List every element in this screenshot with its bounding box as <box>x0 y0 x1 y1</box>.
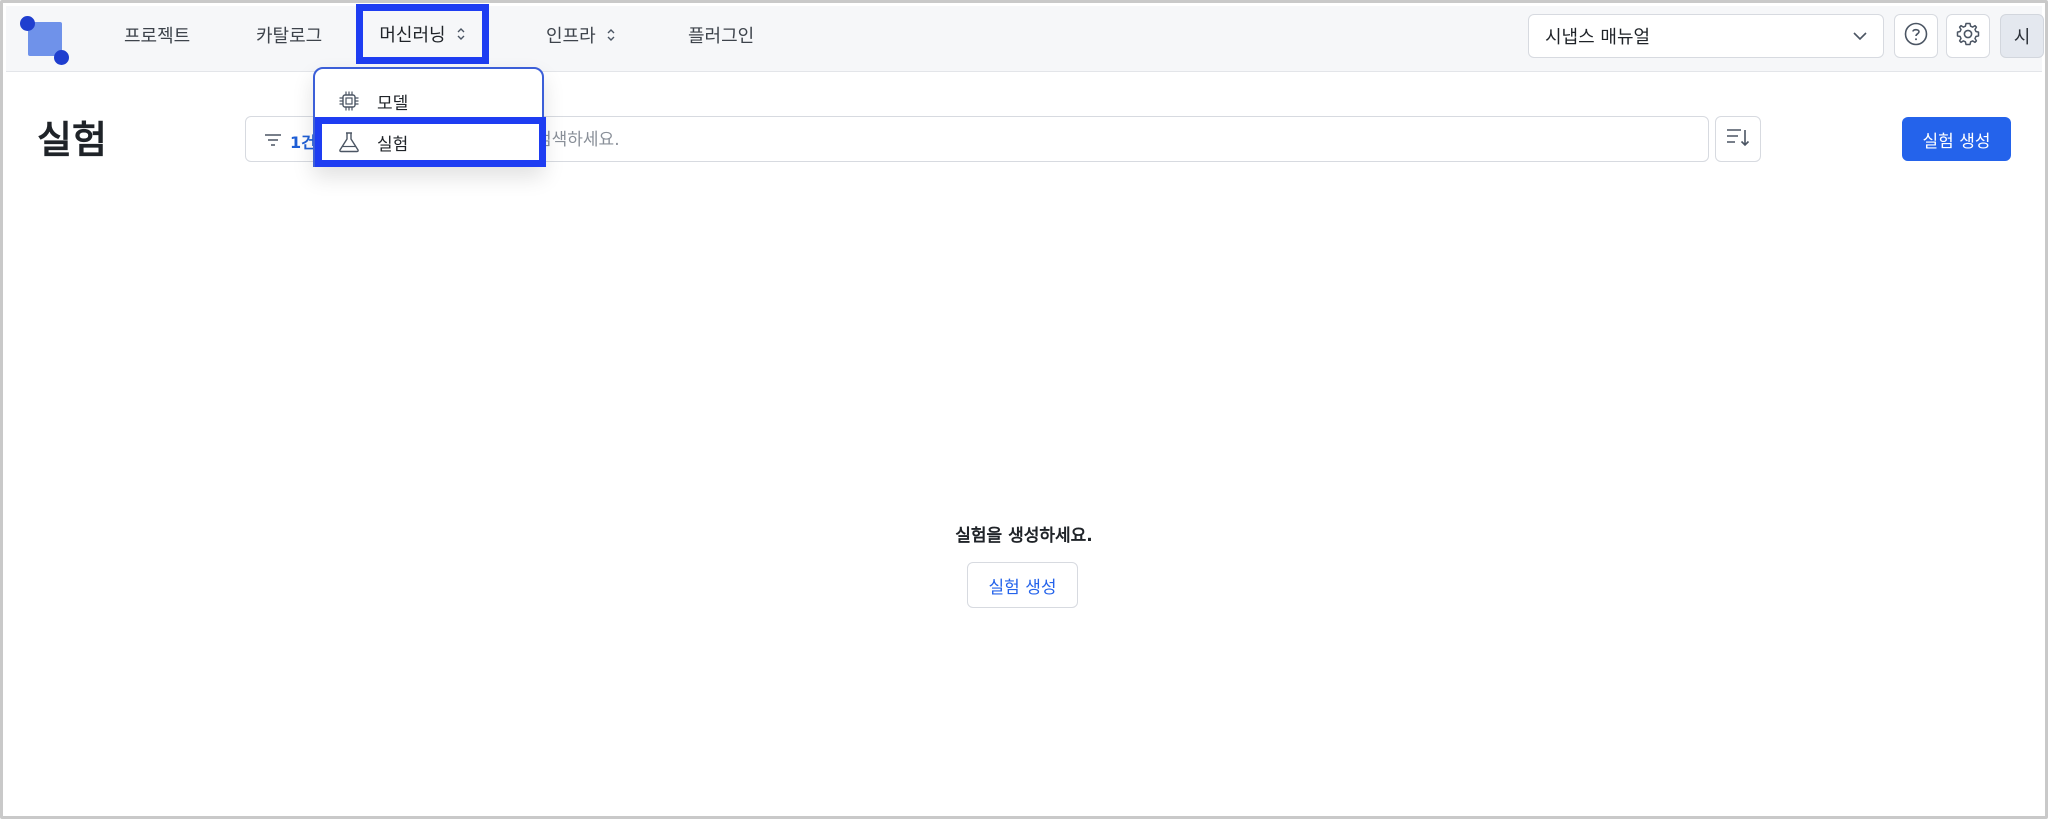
workspace-select-value: 시냅스 매뉴얼 <box>1545 27 1651 48</box>
menu-item-model[interactable]: 모델 <box>315 81 542 121</box>
nav-item-label: 프로젝트 <box>124 26 191 47</box>
gear-icon <box>1955 21 1981 51</box>
sort-icon <box>1725 125 1751 153</box>
app-logo[interactable] <box>20 16 72 65</box>
nav-item-label: 인프라 <box>546 26 596 47</box>
nav-item-infra[interactable]: 인프라 <box>546 6 616 64</box>
nav-item-projects[interactable]: 프로젝트 <box>124 6 190 64</box>
nav-item-label: 카탈로그 <box>256 26 323 47</box>
settings-button[interactable] <box>1946 14 1990 58</box>
menu-item-label: 실험 <box>377 134 409 155</box>
menu-item-experiment[interactable]: 실험 <box>315 117 546 167</box>
chip-icon <box>337 89 361 113</box>
flask-icon <box>337 130 361 154</box>
nav-item-machine-learning[interactable]: 머신러닝 <box>356 4 489 64</box>
sort-button[interactable] <box>1715 116 1761 162</box>
empty-state-create-button[interactable]: 실험 생성 <box>967 562 1078 608</box>
filter-button[interactable]: 1건 <box>264 129 316 153</box>
empty-state-message: 실험을 생성하세요. <box>955 526 1093 546</box>
nav-item-plugins[interactable]: 플러그인 <box>688 6 754 64</box>
filter-icon <box>264 132 282 151</box>
nav-item-label: 머신러닝 <box>379 25 446 46</box>
filter-count: 1건 <box>290 133 316 152</box>
menu-item-label: 모델 <box>377 93 409 114</box>
chevron-up-down-icon <box>606 27 616 43</box>
search-input[interactable] <box>536 125 1636 155</box>
question-circle-icon <box>1903 21 1929 51</box>
nav-item-label: 플러그인 <box>688 26 755 47</box>
chevron-down-icon <box>1851 27 1869 50</box>
app-window: 프로젝트 카탈로그 머신러닝 인프라 플러그인 시냅스 매뉴얼 시 실험 1건 … <box>0 0 2048 819</box>
nav-item-catalog[interactable]: 카탈로그 <box>256 6 322 64</box>
chevron-up-down-icon <box>456 26 466 42</box>
help-button[interactable] <box>1894 14 1938 58</box>
user-avatar[interactable]: 시 <box>2000 14 2044 58</box>
create-experiment-button[interactable]: 실험 생성 <box>1902 117 2011 161</box>
top-nav: 프로젝트 카탈로그 머신러닝 인프라 플러그인 시냅스 매뉴얼 시 <box>6 4 2044 72</box>
ml-dropdown-menu: 모델 실험 <box>313 67 546 167</box>
page-title: 실험 <box>37 118 107 162</box>
workspace-select[interactable]: 시냅스 매뉴얼 <box>1528 14 1884 58</box>
